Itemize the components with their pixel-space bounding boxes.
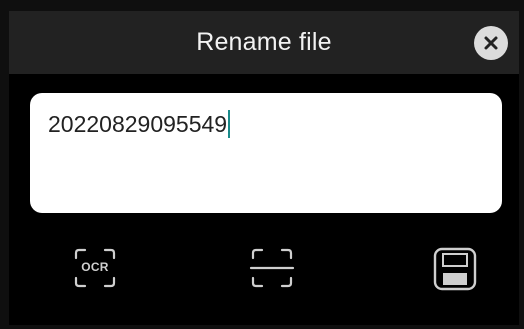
rename-file-dialog: Rename file 20220829095549 OCR xyxy=(9,11,519,325)
dialog-header: Rename file xyxy=(9,11,519,74)
ocr-button[interactable]: OCR xyxy=(70,244,120,294)
close-button[interactable] xyxy=(474,26,508,60)
scan-frame-icon xyxy=(249,248,295,288)
scan-button[interactable] xyxy=(247,244,297,294)
dialog-title: Rename file xyxy=(196,28,332,56)
filename-value: 20220829095549 xyxy=(48,111,228,137)
ocr-label: OCR xyxy=(81,260,109,274)
save-button[interactable] xyxy=(430,244,480,294)
filename-input-value-wrap: 20220829095549 xyxy=(48,110,231,138)
text-caret xyxy=(228,110,231,138)
save-icon xyxy=(433,247,477,291)
close-icon xyxy=(484,36,498,50)
filename-input[interactable]: 20220829095549 xyxy=(30,93,502,213)
